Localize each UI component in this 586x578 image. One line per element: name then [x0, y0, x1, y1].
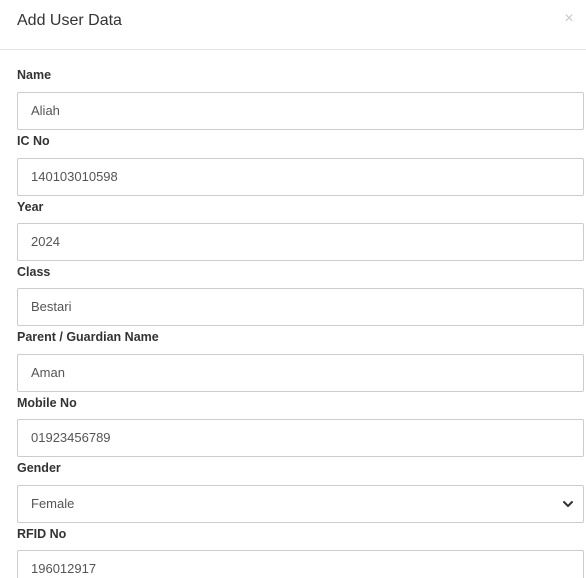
parent-guardian-field[interactable]: Aman: [17, 354, 584, 392]
name-label: Name: [17, 68, 52, 82]
mobile-no-field[interactable]: 01923456789: [17, 419, 584, 457]
mobile-no-label: Mobile No: [17, 396, 77, 410]
modal-header: Add User Data ×: [0, 0, 586, 50]
add-user-modal: Add User Data × Name Aliah IC No 1401030…: [0, 0, 586, 578]
gender-label: Gender: [17, 461, 61, 475]
ic-no-field[interactable]: 140103010598: [17, 158, 584, 196]
gender-select[interactable]: Female: [17, 485, 584, 523]
year-field[interactable]: 2024: [17, 223, 584, 261]
ic-no-label: IC No: [17, 134, 50, 148]
close-icon[interactable]: ×: [562, 11, 576, 27]
chevron-down-icon: [563, 501, 573, 507]
rfid-no-label: RFID No: [17, 527, 67, 541]
rfid-no-field[interactable]: 196012917: [17, 550, 584, 578]
modal-title: Add User Data: [17, 12, 122, 29]
class-field[interactable]: Bestari: [17, 288, 584, 326]
name-field[interactable]: Aliah: [17, 92, 584, 130]
gender-selected-value: Female: [31, 496, 75, 511]
year-label: Year: [17, 200, 44, 214]
parent-guardian-label: Parent / Guardian Name: [17, 330, 159, 344]
class-label: Class: [17, 265, 51, 279]
